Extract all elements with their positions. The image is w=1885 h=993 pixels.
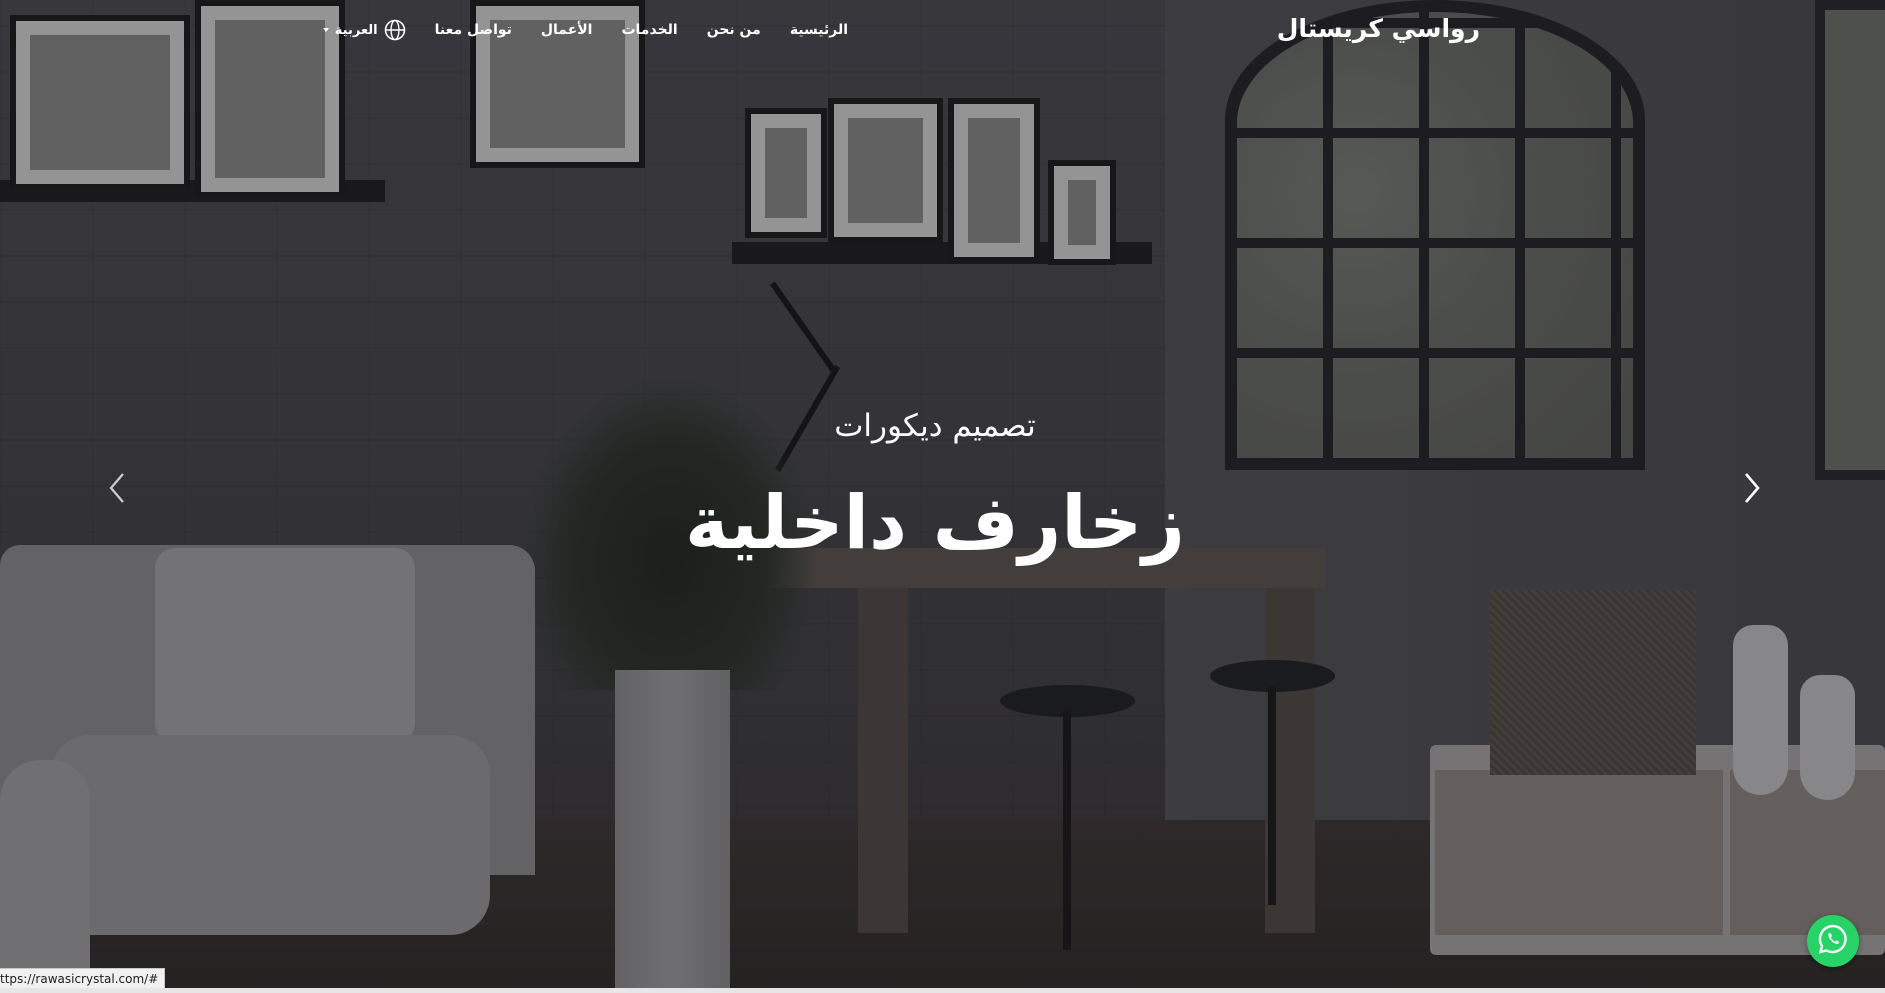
hero-title: زخارف داخلية xyxy=(684,480,1185,566)
nav-item-home[interactable]: الرئيسية xyxy=(790,22,848,38)
bottom-divider xyxy=(0,988,1885,993)
whatsapp-button[interactable] xyxy=(1807,915,1859,967)
nav-item-works[interactable]: الأعمال xyxy=(541,22,593,38)
language-selector[interactable]: العربية xyxy=(322,19,406,41)
chevron-right-icon xyxy=(1736,473,1766,510)
brand-logo[interactable]: رواسي كريستال xyxy=(1277,14,1480,43)
language-label: العربية xyxy=(334,22,378,38)
top-navbar: رواسي كريستال الرئيسية من نحن الخدمات ال… xyxy=(0,0,1885,60)
carousel-next-button[interactable] xyxy=(1736,470,1766,506)
caret-down-icon xyxy=(322,28,329,32)
nav-item-services[interactable]: الخدمات xyxy=(621,22,677,38)
whatsapp-icon xyxy=(1816,922,1850,960)
nav-item-about[interactable]: من نحن xyxy=(707,22,761,38)
main-menu: الرئيسية من نحن الخدمات الأعمال تواصل مع… xyxy=(322,17,848,43)
nav-item-contact[interactable]: تواصل معنا xyxy=(435,22,512,38)
globe-icon xyxy=(384,19,406,41)
hero-slider: رواسي كريستال الرئيسية من نحن الخدمات ال… xyxy=(0,0,1885,993)
carousel-prev-button[interactable] xyxy=(103,470,133,506)
hero-subtitle: تصميم ديكورات xyxy=(834,408,1036,444)
status-bar-url: ttps://rawasicrystal.com/# xyxy=(0,968,166,990)
chevron-left-icon xyxy=(103,473,133,510)
